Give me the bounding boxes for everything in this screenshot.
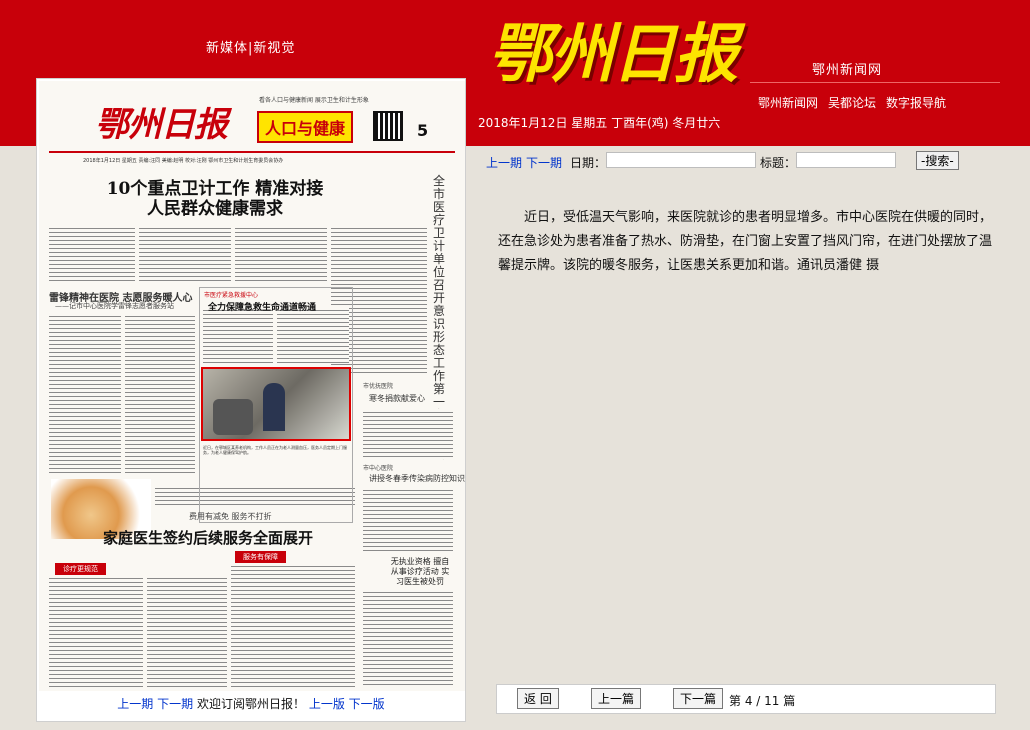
paper-text-block <box>125 313 195 473</box>
prev-article-button[interactable]: 上一篇 <box>591 688 642 709</box>
qr-code-icon <box>373 111 403 141</box>
paper-headline-donation[interactable]: 寒冬捐款献爱心 <box>369 393 425 404</box>
paper-subheadline-volunteer: ——记市中心医院学雷锋志愿者服务站 <box>55 302 174 310</box>
header-divider <box>750 82 1000 83</box>
paper-text-block <box>235 225 327 283</box>
paper-rule <box>49 151 455 153</box>
next-issue-link[interactable]: 下一期 <box>526 154 562 171</box>
prev-issue-link[interactable]: 上一期 <box>486 154 522 171</box>
paper-headline-unlicensed[interactable]: 无执业资格 擅自从事诊疗活动 实习医生被处罚 <box>387 557 453 587</box>
paper-masthead: 鄂州日报 <box>95 105 228 145</box>
newspaper-page-panel: 鄂州日报 看各人口与健康新闻 展示卫生和计生形象 人口与健康 5 2018年1月… <box>36 78 466 722</box>
paper-text-block <box>231 563 355 687</box>
paper-text-block <box>49 225 135 283</box>
site-masthead-logo: 鄂州日报 <box>488 17 738 92</box>
paper-tag-service: 服务有保障 <box>235 551 286 563</box>
paper-section-title: 人口与健康 <box>257 111 354 143</box>
new-media-slogan: 新媒体|新视觉 <box>206 41 296 56</box>
paper-box-kicker: 市医疗紧急救援中心 <box>204 292 259 299</box>
paper-text-block <box>49 575 143 687</box>
back-button[interactable]: 返 回 <box>517 688 559 709</box>
newspaper-page-image[interactable]: 鄂州日报 看各人口与健康新闻 展示卫生和计生形象 人口与健康 5 2018年1月… <box>39 81 465 691</box>
date-input[interactable] <box>606 152 756 168</box>
search-toolbar: 上一期 下一期 日期： 标题： -搜索- <box>476 150 996 172</box>
paper-tag-diagnosis: 诊疗更规范 <box>55 563 106 575</box>
article-count: 第 4 / 11 篇 <box>729 694 796 708</box>
paper-photo-caption: 近日，在鄂城区某养老机构，工作人员正在为老人测量血压，医务人员定期上门服务，为老… <box>203 445 347 455</box>
next-article-button[interactable]: 下一篇 <box>673 688 724 709</box>
paper-headline-main[interactable]: 10个重点卫计工作 精准对接人民群众健康需求 <box>99 179 331 219</box>
paper-photo-highlighted[interactable] <box>201 367 351 441</box>
header-nav: 鄂州新闻网 吴都论坛 数字报导航 <box>758 94 956 111</box>
photo-figure-shape <box>263 383 285 431</box>
paper-text-block <box>363 589 453 687</box>
paper-box-title: 全力保障急救生命通道畅通 <box>208 303 317 313</box>
paper-kicker-youfu: 市优抚医院 <box>363 383 394 390</box>
paper-text-block <box>363 409 453 459</box>
footer-next-issue-link[interactable]: 下一期 <box>157 697 193 711</box>
article-body: 近日，受低温天气影响，来医院就诊的患者明显增多。市中心医院在供暖的同时，还在急诊… <box>498 210 993 273</box>
paper-kicker-central-hospital: 市中心医院 <box>363 465 394 472</box>
footer-next-page-link[interactable]: 下一版 <box>349 697 385 711</box>
nav-link-forum[interactable]: 吴都论坛 <box>828 96 876 110</box>
footer-welcome-text: 欢迎订阅鄂州日报！ <box>196 697 305 711</box>
paper-footer-nav: 上一期 下一期 欢迎订阅鄂州日报！ 上一版 下一版 <box>37 695 465 712</box>
paper-text-block <box>147 575 227 687</box>
paper-page-number: 5 <box>417 121 429 140</box>
photo-chair-shape <box>213 399 253 435</box>
paper-text-block <box>139 225 231 283</box>
paper-text-block <box>49 313 121 473</box>
paper-tagline: 看各人口与健康新闻 展示卫生和计生形象 <box>259 97 369 104</box>
nav-link-digital-nav[interactable]: 数字报导航 <box>886 96 946 110</box>
footer-prev-issue-link[interactable]: 上一期 <box>117 697 153 711</box>
date-label: 日期： <box>570 156 607 170</box>
issue-date: 2018年1月12日 星期五 丁酉年(鸡) 冬月廿六 <box>478 116 721 130</box>
paper-headline-infection[interactable]: 讲授冬春季传染病防控知识 <box>369 473 465 484</box>
title-label: 标题： <box>760 156 797 170</box>
title-input[interactable] <box>796 152 896 168</box>
search-button[interactable]: -搜索- <box>916 151 959 170</box>
paper-info-line: 2018年1月12日 星期五 责编:汪同 美编:赵明 校对:汪刚 鄂州市卫生和计… <box>83 158 284 164</box>
paper-headline-family-doctor[interactable]: 家庭医生签约后续服务全面展开 <box>103 527 313 548</box>
paper-text-block <box>363 487 453 551</box>
nav-link-news-site[interactable]: 鄂州新闻网 <box>758 96 818 110</box>
paper-subheadline-family-doctor: 费用有减免 服务不打折 <box>189 512 272 521</box>
site-name-link[interactable]: 鄂州新闻网 <box>812 59 882 78</box>
footer-prev-page-link[interactable]: 上一版 <box>309 697 345 711</box>
article-nav-bar: 返 回 上一篇 下一篇 第 4 / 11 篇 <box>496 684 996 714</box>
